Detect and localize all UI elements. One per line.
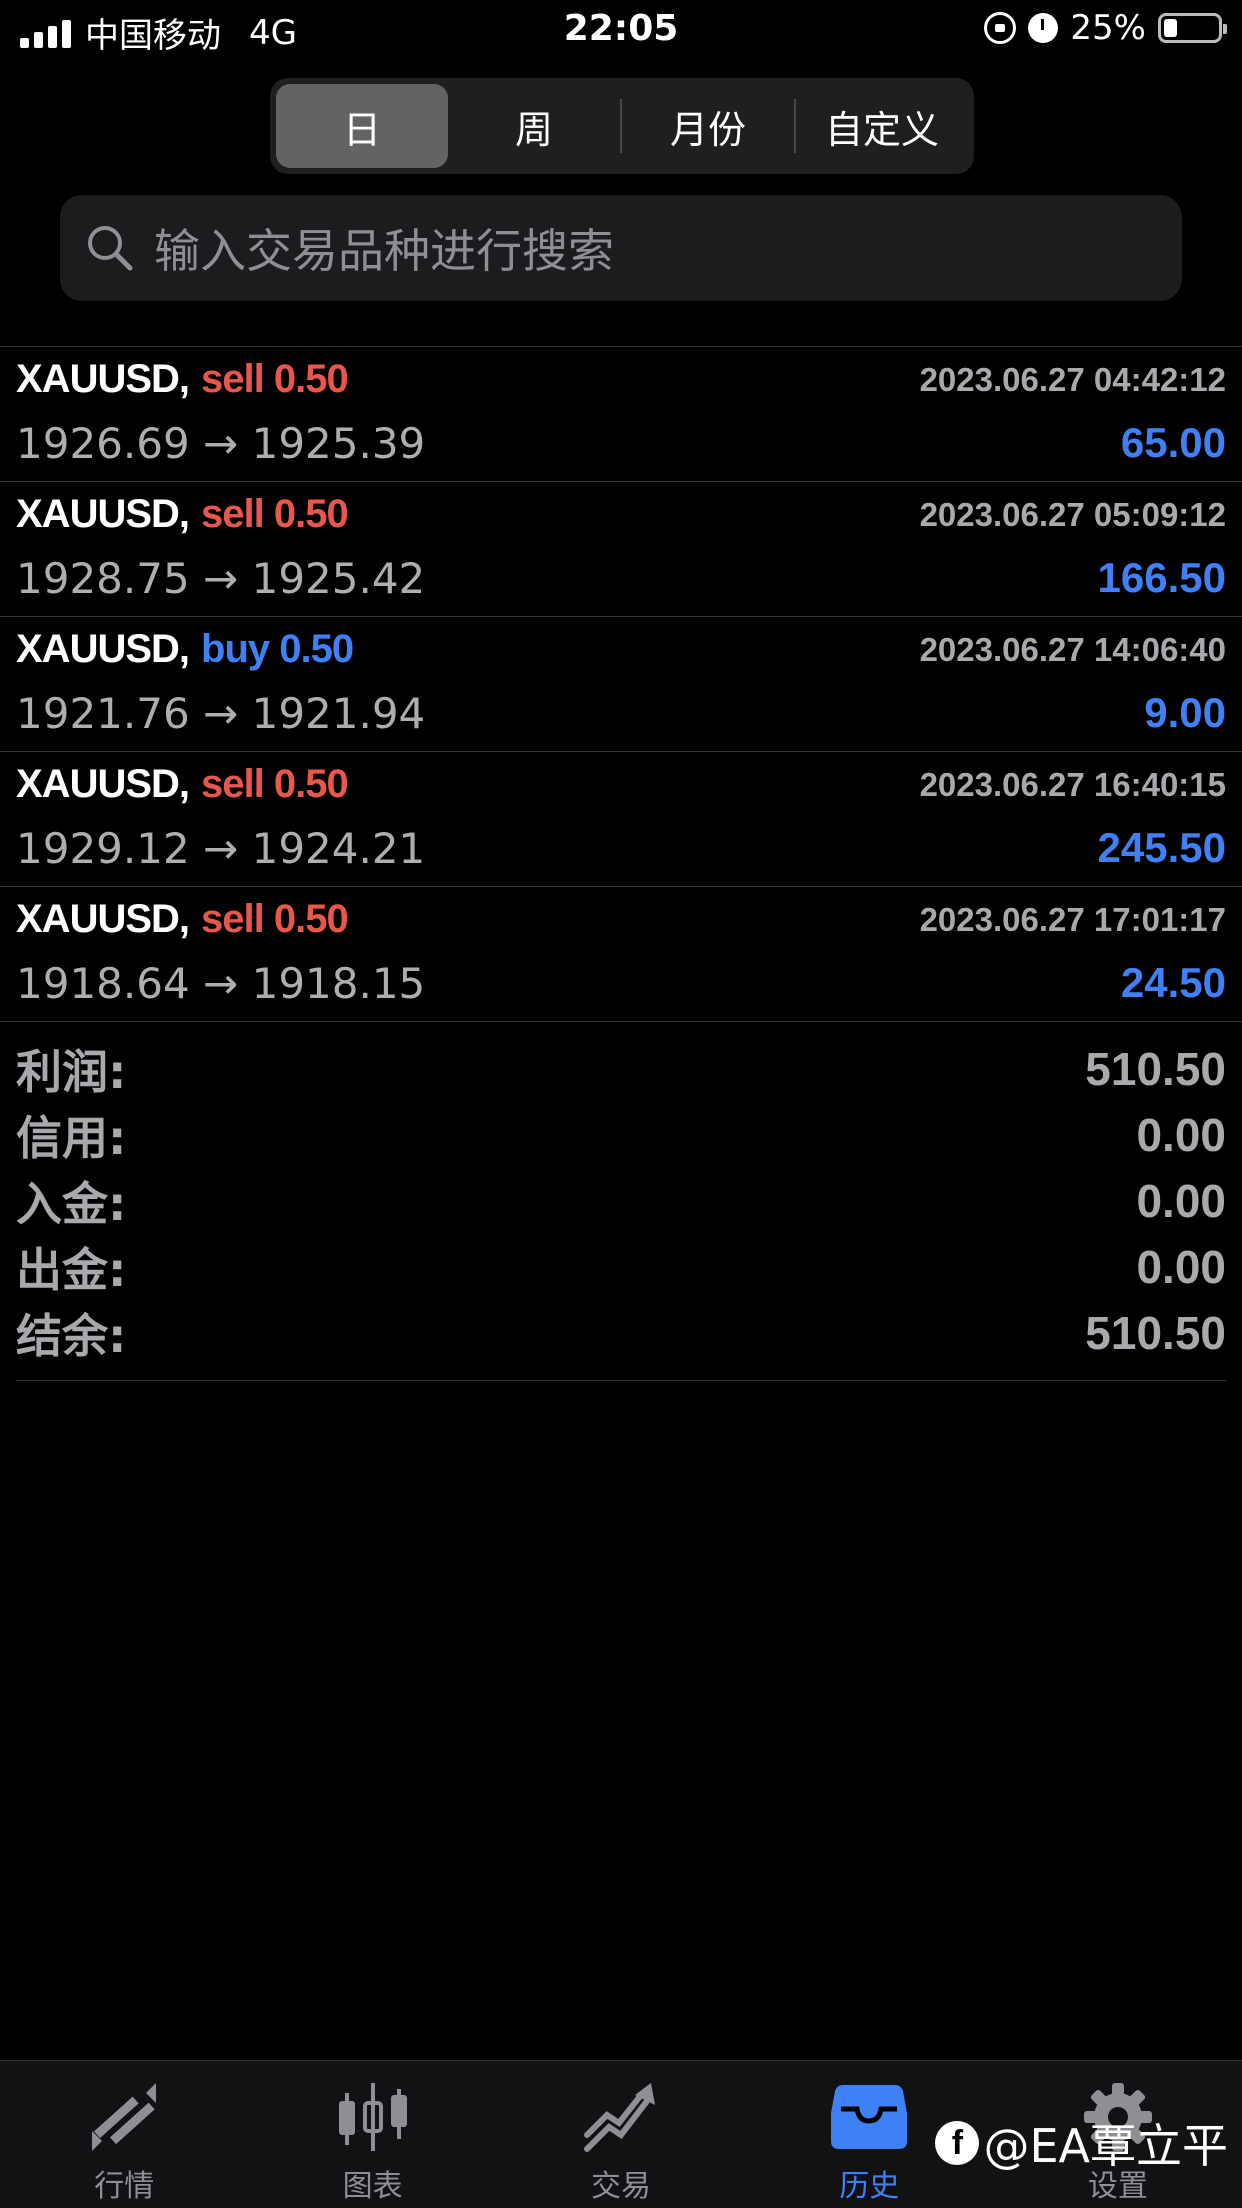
trade-symbol: XAUUSD, [16,627,190,671]
tab-label: 行情 [94,2169,155,2204]
search-input[interactable]: 输入交易品种进行搜索 [60,195,1182,301]
search-icon [88,226,133,271]
segment-week[interactable]: 周 [448,84,620,168]
trade-prices: 1928.75 → 1925.42 [16,554,426,603]
trade-profit: 24.50 [1120,959,1226,1006]
trade-symbol: XAUUSD, [16,357,190,401]
trade-profit: 166.50 [1097,554,1226,601]
trade-row[interactable]: XAUUSD, sell 0.50 2023.06.27 04:42:12 192… [0,347,1242,482]
tab-charts[interactable]: 图表 [248,2061,496,2208]
tab-label: 图表 [342,2169,403,2204]
trade-time: 2023.06.27 17:01:17 [919,901,1226,938]
trade-prices: 1926.69 → 1925.39 [16,419,426,468]
trade-symbol: XAUUSD, [16,762,190,806]
trade-prices: 1929.12 → 1924.21 [16,824,426,873]
trade-trend-icon [584,2083,656,2152]
summary-deposit: 入金: 0.00 [16,1175,1226,1231]
account-summary: 利润: 510.50 信用: 0.00 入金: 0.00 出金: 0.00 结余: 510… [16,1036,1226,1381]
inbox-tray-icon [831,2085,908,2149]
trade-time: 2023.06.27 05:09:12 [919,496,1226,533]
trade-side-volume: sell 0.50 [201,492,349,536]
trade-symbol: XAUUSD, [16,492,190,536]
search-placeholder: 输入交易品种进行搜索 [154,224,614,278]
segment-day[interactable]: 日 [276,84,448,168]
tab-quotes[interactable]: 行情 [0,2061,248,2208]
tab-label: 交易 [591,2169,652,2204]
alarm-icon [1028,13,1059,43]
trade-time: 2023.06.27 04:42:12 [919,361,1226,398]
summary-credit: 信用: 0.00 [16,1109,1226,1165]
trade-history-list: XAUUSD, sell 0.50 2023.06.27 04:42:12 192… [0,346,1242,1022]
battery-icon [1158,13,1227,43]
trade-profit: 245.50 [1097,824,1226,871]
trade-prices: 1918.64 → 1918.15 [16,959,426,1008]
trade-row[interactable]: XAUUSD, sell 0.50 2023.06.27 17:01:17 191… [0,887,1242,1022]
segment-month[interactable]: 月份 [622,84,794,168]
trade-symbol: XAUUSD, [16,897,190,941]
trade-profit: 65.00 [1120,419,1226,466]
trade-time: 2023.06.27 16:40:15 [919,766,1226,803]
trade-prices: 1921.76 → 1921.94 [16,689,426,738]
trade-side-volume: sell 0.50 [201,762,349,806]
trade-time: 2023.06.27 14:06:40 [919,631,1226,668]
summary-withdrawal: 出金: 0.00 [16,1241,1226,1297]
facebook-icon: f [935,2121,980,2165]
trade-side-volume: buy 0.50 [201,627,354,671]
battery-percent: 25% [1070,8,1146,48]
segment-custom[interactable]: 自定义 [796,84,968,168]
period-segmented-control: 日 周 月份 自定义 [270,78,974,174]
trade-row[interactable]: XAUUSD, sell 0.50 2023.06.27 16:40:15 192… [0,752,1242,887]
status-bar: 中国移动 4G 22:05 25% [0,0,1242,64]
orientation-lock-icon [984,12,1017,44]
trade-side-volume: sell 0.50 [201,897,349,941]
trade-profit: 9.00 [1144,689,1226,736]
candlestick-chart-icon [338,2083,407,2151]
tab-trade[interactable]: 交易 [497,2061,745,2208]
quotes-arrows-icon [92,2083,157,2151]
trade-side-volume: sell 0.50 [201,357,349,401]
trade-row[interactable]: XAUUSD, sell 0.50 2023.06.27 05:09:12 192… [0,482,1242,617]
tab-label: 历史 [839,2169,900,2204]
watermark: f @EA覃立平 [935,2110,1228,2176]
trade-row[interactable]: XAUUSD, buy 0.50 2023.06.27 14:06:40 1921… [0,617,1242,752]
summary-balance: 结余: 510.50 [16,1307,1226,1363]
watermark-text: @EA覃立平 [983,2119,1228,2173]
summary-profit: 利润: 510.50 [16,1043,1226,1099]
